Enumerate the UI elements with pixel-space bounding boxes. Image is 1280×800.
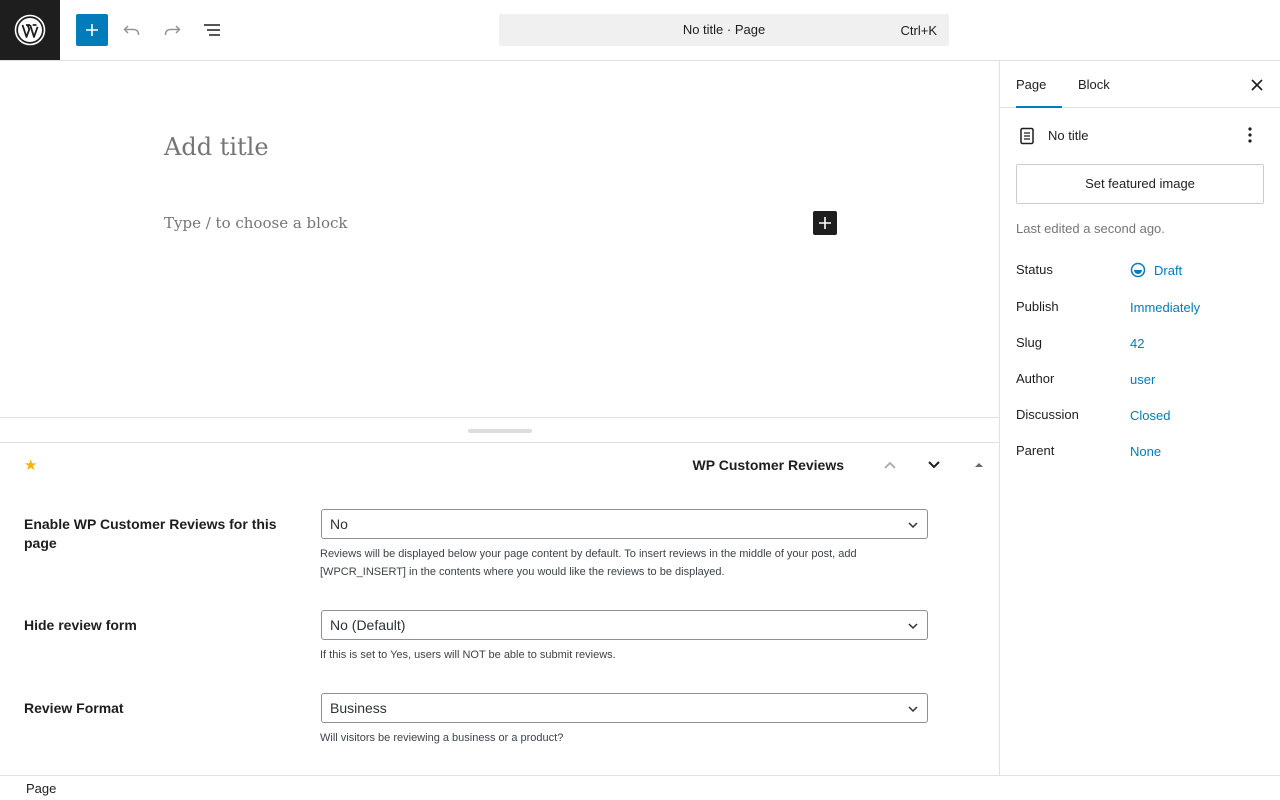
review-format-label: Review Format <box>24 700 124 716</box>
status-label: Status <box>1016 262 1053 277</box>
inline-block-inserter-button[interactable] <box>813 211 837 235</box>
plus-icon <box>819 217 831 229</box>
move-down-button[interactable] <box>922 453 946 477</box>
chevron-down-icon <box>908 706 918 713</box>
editor-header: No title · Page Ctrl+K <box>0 0 1280 61</box>
wordpress-logo-button[interactable] <box>0 0 60 60</box>
hide-review-form-label: Hide review form <box>24 617 137 633</box>
post-title-input[interactable]: Add title <box>164 133 269 161</box>
draft-status-icon <box>1130 262 1146 278</box>
author-value-button[interactable]: user <box>1130 372 1155 387</box>
metabox-resize-bar <box>0 417 999 443</box>
select-value: No (Default) <box>330 617 406 633</box>
block-inserter-button[interactable] <box>76 14 108 46</box>
kebab-menu-icon <box>1248 127 1252 143</box>
triangle-up-icon <box>975 463 983 467</box>
status-value-button[interactable]: Draft <box>1130 262 1182 278</box>
toggle-panel-button[interactable] <box>967 453 991 477</box>
keyboard-shortcut-hint: Ctrl+K <box>900 23 937 38</box>
discussion-value-button[interactable]: Closed <box>1130 408 1170 423</box>
sidebar-tabs: Page Block <box>1000 61 1280 108</box>
author-label: Author <box>1016 371 1055 386</box>
move-up-button[interactable] <box>878 453 902 477</box>
publish-label: Publish <box>1016 299 1059 314</box>
document-title-label: No title · Page <box>682 22 766 37</box>
tab-block[interactable]: Block <box>1078 61 1110 108</box>
more-actions-button[interactable] <box>1240 125 1260 145</box>
enable-reviews-select[interactable]: No <box>321 509 928 539</box>
editor-canvas: Add title Type / to choose a block <box>0 61 999 418</box>
undo-icon <box>123 25 140 35</box>
status-value: Draft <box>1154 262 1183 278</box>
list-view-icon <box>204 24 220 36</box>
default-block-appender[interactable]: Type / to choose a block <box>164 214 347 232</box>
review-format-select[interactable]: Business <box>321 693 928 723</box>
command-palette-bar[interactable]: No title · Page Ctrl+K <box>499 14 949 46</box>
close-settings-button[interactable] <box>1247 75 1267 95</box>
document-overview-button[interactable] <box>196 14 228 46</box>
breadcrumb[interactable]: Page <box>26 781 56 796</box>
enable-reviews-label: Enable WP Customer Reviews for this page <box>24 516 277 551</box>
select-value: No <box>330 516 348 532</box>
discussion-label: Discussion <box>1016 407 1079 422</box>
metabox-title: WP Customer Reviews <box>692 457 844 473</box>
chevron-down-icon <box>928 461 940 469</box>
parent-value-button[interactable]: None <box>1130 444 1161 459</box>
metabox-header: ★ WP Customer Reviews <box>0 443 999 487</box>
hide-review-form-select[interactable]: No (Default) <box>321 610 928 640</box>
chevron-down-icon <box>908 623 918 630</box>
set-featured-image-button[interactable]: Set featured image <box>1016 164 1264 204</box>
wordpress-logo-icon <box>14 14 46 46</box>
parent-label: Parent <box>1016 443 1055 458</box>
settings-sidebar: Page Block No title Set featured image L… <box>999 61 1280 775</box>
redo-button[interactable] <box>156 14 188 46</box>
redo-icon <box>164 25 181 35</box>
document-title: No title <box>1048 128 1089 143</box>
star-icon: ★ <box>24 457 38 474</box>
resize-handle[interactable] <box>468 429 532 433</box>
publish-value-button[interactable]: Immediately <box>1130 300 1200 315</box>
editor-footer: Page <box>0 775 1280 800</box>
chevron-up-icon <box>884 461 896 469</box>
review-format-hint: Will visitors be reviewing a business or… <box>320 732 564 744</box>
chevron-down-icon <box>908 522 918 529</box>
hide-review-form-hint: If this is set to Yes, users will NOT be… <box>320 649 616 661</box>
enable-reviews-hint: Reviews will be displayed below your pag… <box>320 548 857 578</box>
close-icon <box>1251 79 1263 91</box>
slug-label: Slug <box>1016 335 1043 350</box>
page-icon <box>1020 127 1034 145</box>
wp-customer-reviews-metabox: ★ WP Customer Reviews Enable WP Customer… <box>0 443 999 775</box>
plus-icon <box>86 24 98 36</box>
tab-page[interactable]: Page <box>1016 61 1062 108</box>
select-value: Business <box>330 700 387 716</box>
undo-button[interactable] <box>116 14 148 46</box>
last-edited-text: Last edited a second ago. <box>1016 221 1165 236</box>
slug-value-button[interactable]: 42 <box>1130 336 1144 351</box>
